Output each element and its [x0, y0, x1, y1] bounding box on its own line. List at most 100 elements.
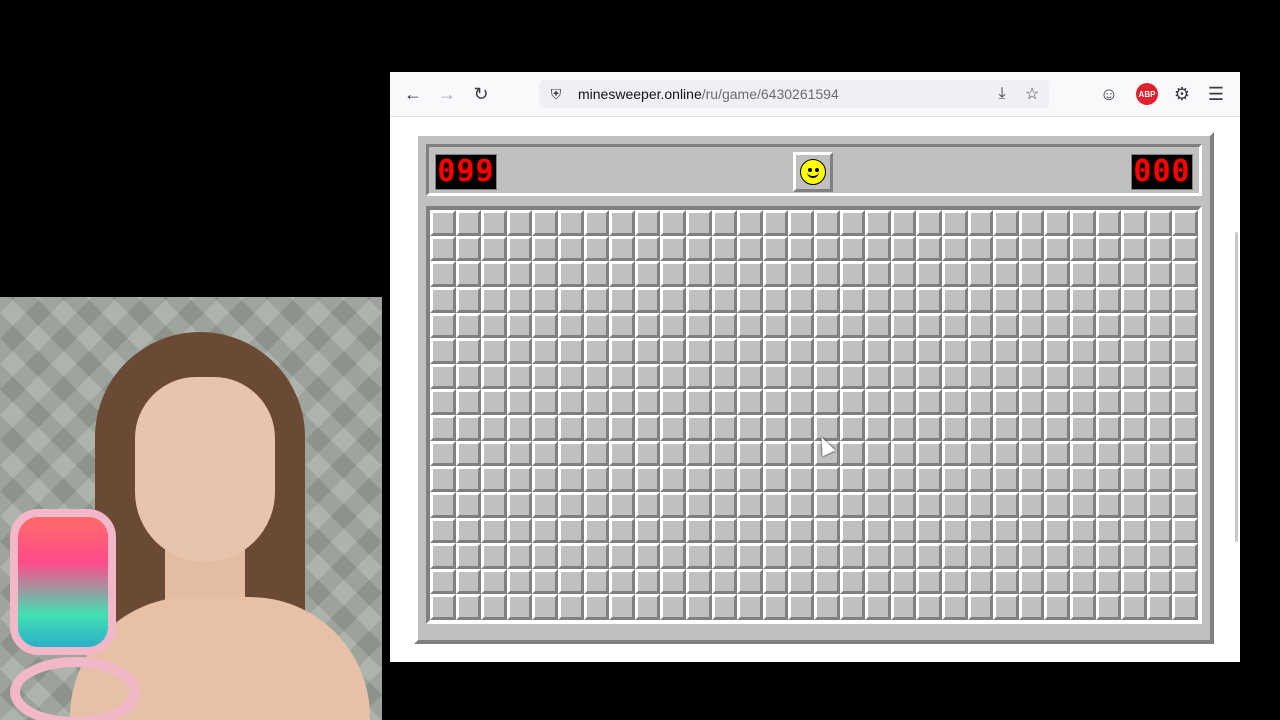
board-cell[interactable] — [1095, 338, 1122, 364]
board-cell[interactable] — [737, 235, 763, 262]
board-cell[interactable] — [788, 594, 814, 620]
board-cell[interactable] — [686, 363, 712, 390]
board-cell[interactable] — [967, 466, 994, 492]
board-cell[interactable] — [865, 415, 891, 441]
board-cell[interactable] — [890, 312, 917, 339]
board-cell[interactable] — [609, 415, 635, 441]
board-cell[interactable] — [609, 594, 635, 620]
board-cell[interactable] — [634, 440, 661, 467]
board-cell[interactable] — [993, 312, 1019, 339]
board-cell[interactable] — [609, 568, 635, 595]
board-cell[interactable] — [942, 415, 968, 441]
board-cell[interactable] — [532, 389, 558, 415]
board-cell[interactable] — [686, 543, 712, 569]
board-cell[interactable] — [1121, 286, 1147, 313]
board-cell[interactable] — [686, 261, 712, 287]
board-cell[interactable] — [481, 594, 507, 620]
board-cell[interactable] — [1044, 543, 1070, 569]
board-cell[interactable] — [865, 543, 891, 569]
board-cell[interactable] — [506, 363, 533, 390]
board-cell[interactable] — [634, 594, 661, 620]
board-cell[interactable] — [865, 235, 891, 262]
board-cell[interactable] — [1018, 210, 1045, 236]
board-cell[interactable] — [558, 594, 584, 620]
board-cell[interactable] — [1044, 235, 1070, 262]
arrow-left-icon[interactable]: ← — [400, 82, 426, 106]
board-cell[interactable] — [1018, 543, 1045, 569]
board-cell[interactable] — [1095, 389, 1122, 415]
board-cell[interactable] — [1121, 338, 1147, 364]
board-cell[interactable] — [711, 210, 738, 236]
board-cell[interactable] — [737, 363, 763, 390]
board-cell[interactable] — [634, 363, 661, 390]
board-cell[interactable] — [762, 517, 789, 544]
board-cell[interactable] — [1044, 440, 1070, 467]
vertical-scrollbar[interactable] — [1235, 232, 1238, 542]
board-cell[interactable] — [660, 440, 686, 467]
board-cell[interactable] — [993, 415, 1019, 441]
board-cell[interactable] — [481, 415, 507, 441]
board-cell[interactable] — [1018, 261, 1045, 287]
board-cell[interactable] — [1095, 286, 1122, 313]
board-cell[interactable] — [942, 594, 968, 620]
board-cell[interactable] — [532, 466, 558, 492]
board-cell[interactable] — [942, 286, 968, 313]
board-cell[interactable] — [686, 338, 712, 364]
board-cell[interactable] — [865, 594, 891, 620]
board-cell[interactable] — [993, 235, 1019, 262]
board-cell[interactable] — [865, 286, 891, 313]
board-cell[interactable] — [1018, 312, 1045, 339]
board-cell[interactable] — [1044, 286, 1070, 313]
board-cell[interactable] — [942, 517, 968, 544]
board-cell[interactable] — [711, 261, 738, 287]
url-text[interactable]: minesweeper.online/ru/game/6430261594 — [578, 86, 839, 102]
board-cell[interactable] — [1044, 491, 1070, 518]
board-cell[interactable] — [737, 312, 763, 339]
board-cell[interactable] — [532, 517, 558, 544]
board-cell[interactable] — [583, 466, 610, 492]
board-cell[interactable] — [1070, 466, 1096, 492]
board-cell[interactable] — [430, 594, 456, 620]
board-cell[interactable] — [762, 338, 789, 364]
board-cell[interactable] — [788, 415, 814, 441]
board-cell[interactable] — [686, 312, 712, 339]
board-cell[interactable] — [839, 440, 866, 467]
board-cell[interactable] — [839, 312, 866, 339]
board-cell[interactable] — [967, 210, 994, 236]
board-cell[interactable] — [865, 312, 891, 339]
board-cell[interactable] — [583, 440, 610, 467]
board-cell[interactable] — [916, 491, 942, 518]
board-cell[interactable] — [814, 389, 840, 415]
board-cell[interactable] — [1121, 363, 1147, 390]
board-cell[interactable] — [609, 389, 635, 415]
board-cell[interactable] — [506, 210, 533, 236]
board-cell[interactable] — [506, 466, 533, 492]
board-cell[interactable] — [1172, 568, 1198, 595]
hamburger-menu-icon[interactable]: ☰ — [1203, 82, 1229, 106]
board-cell[interactable] — [737, 466, 763, 492]
board-cell[interactable] — [1172, 543, 1198, 569]
board-cell[interactable] — [865, 261, 891, 287]
board-cell[interactable] — [506, 568, 533, 595]
board-cell[interactable] — [1070, 389, 1096, 415]
board-cell[interactable] — [839, 594, 866, 620]
board-cell[interactable] — [916, 466, 942, 492]
board-cell[interactable] — [609, 312, 635, 339]
board-cell[interactable] — [737, 210, 763, 236]
board-cell[interactable] — [1070, 594, 1096, 620]
board-cell[interactable] — [660, 415, 686, 441]
board-cell[interactable] — [532, 363, 558, 390]
board-cell[interactable] — [814, 568, 840, 595]
board-cell[interactable] — [686, 389, 712, 415]
board-cell[interactable] — [583, 261, 610, 287]
board-cell[interactable] — [1121, 543, 1147, 569]
board-cell[interactable] — [1146, 543, 1173, 569]
board-cell[interactable] — [1121, 440, 1147, 467]
board-cell[interactable] — [942, 440, 968, 467]
board-cell[interactable] — [634, 568, 661, 595]
board-cell[interactable] — [455, 363, 482, 390]
board-cell[interactable] — [993, 517, 1019, 544]
board-cell[interactable] — [455, 568, 482, 595]
board-cell[interactable] — [1172, 363, 1198, 390]
board-cell[interactable] — [430, 466, 456, 492]
